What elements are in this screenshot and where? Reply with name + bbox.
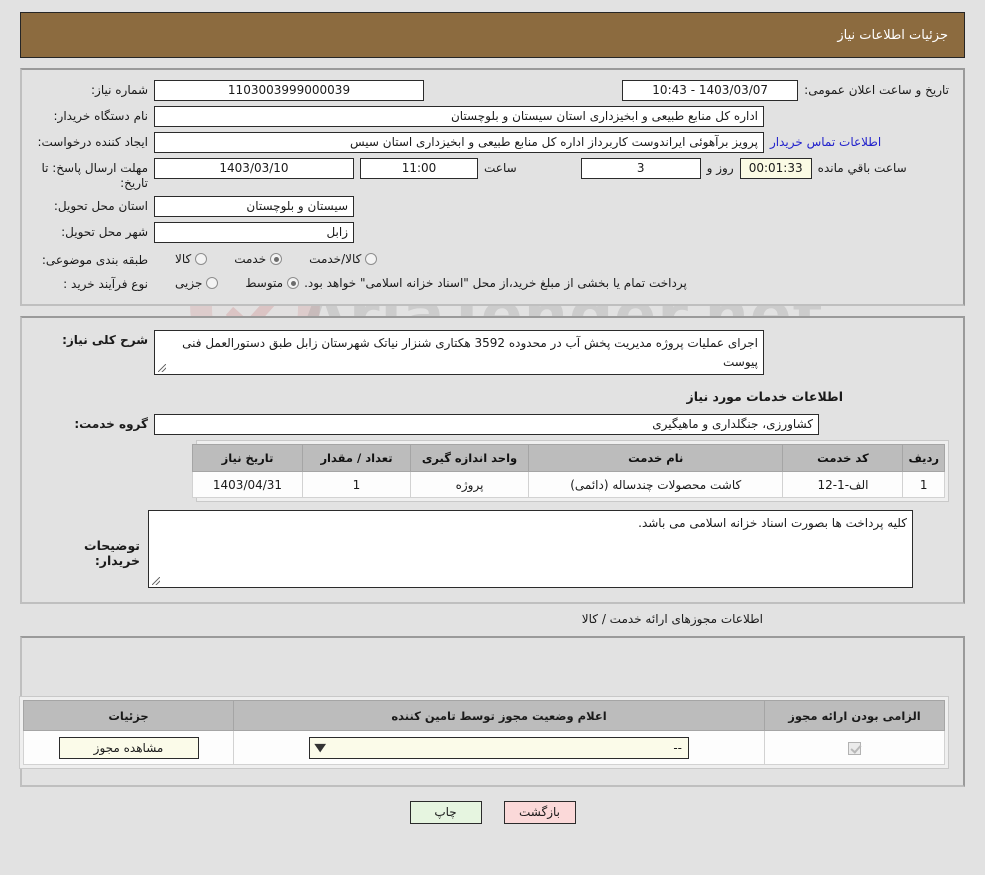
category-option-label: کالا (175, 252, 192, 266)
page-title: جزئیات اطلاعات نیاز (837, 27, 948, 43)
footer-actions: بازگشت چاپ (0, 801, 985, 825)
description-label: شرح کلی نیاز: (62, 333, 148, 347)
services-table-wrapper: ردیف کد خدمت نام خدمت واحد اندازه گیری ت… (192, 440, 949, 503)
col-row: ردیف (902, 444, 945, 473)
publish-date-label: تاریخ و ساعت اعلان عمومی: (804, 83, 949, 97)
city-value: زابل (154, 222, 354, 243)
permit-status-value: -- (673, 740, 682, 755)
print-button[interactable]: چاپ (409, 801, 482, 825)
permit-status-select[interactable]: -- ▼ (309, 736, 689, 759)
cell-quantity: 1 (302, 471, 411, 499)
description-textarea[interactable]: اجرای عملیات پروژه مدیریت پخش آب در محدو… (154, 330, 764, 376)
timer-label: ساعت باقي مانده (817, 161, 907, 175)
province-row: سیستان و بلوچستان استان محل تحویل: (36, 196, 949, 217)
countdown-timer: 00:01:33 (739, 158, 812, 179)
cell-permit-required (764, 730, 945, 766)
creator-row: اطلاعات تماس خریدار پرویز برآهوئی ایراند… (36, 132, 949, 153)
need-info-panel: تاریخ و ساعت اعلان عمومی: 1403/03/07 - 1… (20, 68, 965, 306)
category-option-label: کالا/خدمت (309, 252, 362, 266)
col-need-date: تاریخ نیاز (192, 444, 303, 473)
category-option-kala[interactable]: کالا (175, 252, 208, 266)
cell-need-date: 1403/04/31 (192, 471, 303, 499)
category-row: کالا/خدمت خدمت کالا طبقه بندی موضوعی: (36, 248, 949, 268)
col-unit: واحد اندازه گیری (410, 444, 529, 473)
permits-row: -- ▼ مشاهده مجوز (23, 730, 945, 766)
table-header-row: ردیف کد خدمت نام خدمت واحد اندازه گیری ت… (192, 444, 945, 473)
city-label: شهر محل تحویل: (61, 225, 148, 239)
col-permit-required: الزامی بودن ارائه مجوز (764, 700, 945, 732)
buyer-notes-label: توضیحات خریدار: (84, 538, 140, 569)
buyer-org-label: نام دستگاه خریدار: (53, 109, 149, 123)
deadline-label: مهلت ارسال پاسخ: تا تاریخ: (41, 161, 148, 190)
category-label: طبقه بندی موضوعی: (41, 253, 148, 267)
service-group-row: کشاورزی، جنگلداری و ماهیگیری گروه خدمت: (36, 414, 949, 436)
page-header: جزئیات اطلاعات نیاز (20, 12, 965, 58)
cell-row: 1 (902, 471, 945, 499)
province-label: استان محل تحویل: (53, 199, 148, 213)
publish-date-value: 1403/03/07 - 10:43 (622, 80, 799, 101)
col-quantity: تعداد / مقدار (302, 444, 411, 473)
radio-icon[interactable] (206, 277, 219, 289)
cell-code: الف-1-12 (782, 471, 904, 499)
radio-icon[interactable] (287, 277, 300, 289)
province-value: سیستان و بلوچستان (154, 196, 354, 217)
deadline-row: ساعت باقي مانده 00:01:33 روز و 3 ساعت 11… (36, 158, 949, 191)
cell-unit: پروژه (410, 471, 529, 499)
category-option-kala-khadamat[interactable]: کالا/خدمت (309, 252, 378, 266)
view-permit-button[interactable]: مشاهده مجوز (58, 736, 199, 759)
services-table: ردیف کد خدمت نام خدمت واحد اندازه گیری ت… (192, 444, 945, 499)
checkbox-icon (848, 741, 861, 755)
process-option-label: متوسط (245, 276, 284, 290)
need-number-value: 1103003999000039 (154, 80, 424, 101)
radio-icon[interactable] (365, 253, 378, 265)
cell-permit-details: مشاهده مجوز (23, 730, 234, 766)
radio-icon[interactable] (270, 253, 283, 265)
buyer-notes-row: کلیه پرداخت ها بصورت اسناد خزانه اسلامی … (36, 510, 949, 589)
service-group-value: کشاورزی، جنگلداری و ماهیگیری (154, 414, 819, 436)
buyer-org-row: اداره کل منابع طبیعی و ابخیزداری استان س… (36, 106, 949, 127)
deadline-time-value: 11:00 (360, 158, 478, 179)
chevron-down-icon: ▼ (314, 741, 327, 755)
services-panel: اجرای عملیات پروژه مدیریت پخش آب در محدو… (20, 316, 965, 605)
creator-label: ایجاد کننده درخواست: (37, 135, 148, 149)
radio-icon[interactable] (195, 253, 208, 265)
permits-table: الزامی بودن ارائه مجوز اعلام وضعیت مجوز … (23, 700, 945, 766)
description-row: اجرای عملیات پروژه مدیریت پخش آب در محدو… (36, 330, 949, 376)
col-permit-details: جزئیات (23, 700, 234, 732)
col-permit-status: اعلام وضعیت مجوز توسط تامین کننده (233, 700, 765, 732)
process-option-jozee[interactable]: جزیی (175, 276, 219, 290)
cell-permit-status: -- ▼ (233, 730, 765, 766)
city-row: زابل شهر محل تحویل: (36, 222, 949, 243)
service-group-label: گروه خدمت: (74, 417, 148, 432)
category-option-label: خدمت (234, 252, 267, 266)
days-remaining-value: 3 (580, 158, 701, 179)
permits-header-row: الزامی بودن ارائه مجوز اعلام وضعیت مجوز … (23, 700, 945, 732)
process-row: پرداخت تمام یا بخشی از مبلغ خرید،از محل … (36, 272, 949, 292)
need-number-row: تاریخ و ساعت اعلان عمومی: 1403/03/07 - 1… (36, 80, 949, 101)
permits-panel: الزامی بودن ارائه مجوز اعلام وضعیت مجوز … (19, 636, 965, 788)
days-label: روز و (706, 161, 734, 175)
col-code: کد خدمت (782, 444, 904, 473)
table-row: 1 الف-1-12 کاشت محصولات چندساله (دائمی) … (192, 471, 945, 499)
buyer-contact-link[interactable]: اطلاعات تماس خریدار (770, 132, 881, 149)
col-name: نام خدمت (527, 444, 784, 473)
permits-caption: اطلاعات مجوزهای ارائه خدمت / کالا (581, 612, 763, 627)
back-button[interactable]: بازگشت (503, 801, 576, 825)
buyer-notes-textarea[interactable]: کلیه پرداخت ها بصورت اسناد خزانه اسلامی … (148, 510, 913, 589)
deadline-date-value: 1403/03/10 (154, 158, 354, 179)
deadline-time-label: ساعت (484, 161, 517, 175)
services-section-title: اطلاعات خدمات مورد نیاز (686, 389, 844, 405)
cell-name: کاشت محصولات چندساله (دائمی) (527, 471, 784, 499)
process-option-label: جزیی (175, 276, 203, 290)
process-option-motavaset[interactable]: متوسط (245, 276, 300, 290)
buyer-org-value: اداره کل منابع طبیعی و ابخیزداری استان س… (154, 106, 764, 127)
creator-value: پرویز برآهوئی ایراندوست کاربرداز اداره ک… (154, 132, 764, 153)
process-label: نوع فرآیند خرید : (63, 277, 148, 291)
category-option-khadamat[interactable]: خدمت (234, 252, 283, 266)
process-note: پرداخت تمام یا بخشی از مبلغ خرید،از محل … (304, 276, 687, 290)
permits-table-wrapper: الزامی بودن ارائه مجوز اعلام وضعیت مجوز … (19, 696, 949, 770)
need-number-label: شماره نیاز: (91, 83, 148, 97)
